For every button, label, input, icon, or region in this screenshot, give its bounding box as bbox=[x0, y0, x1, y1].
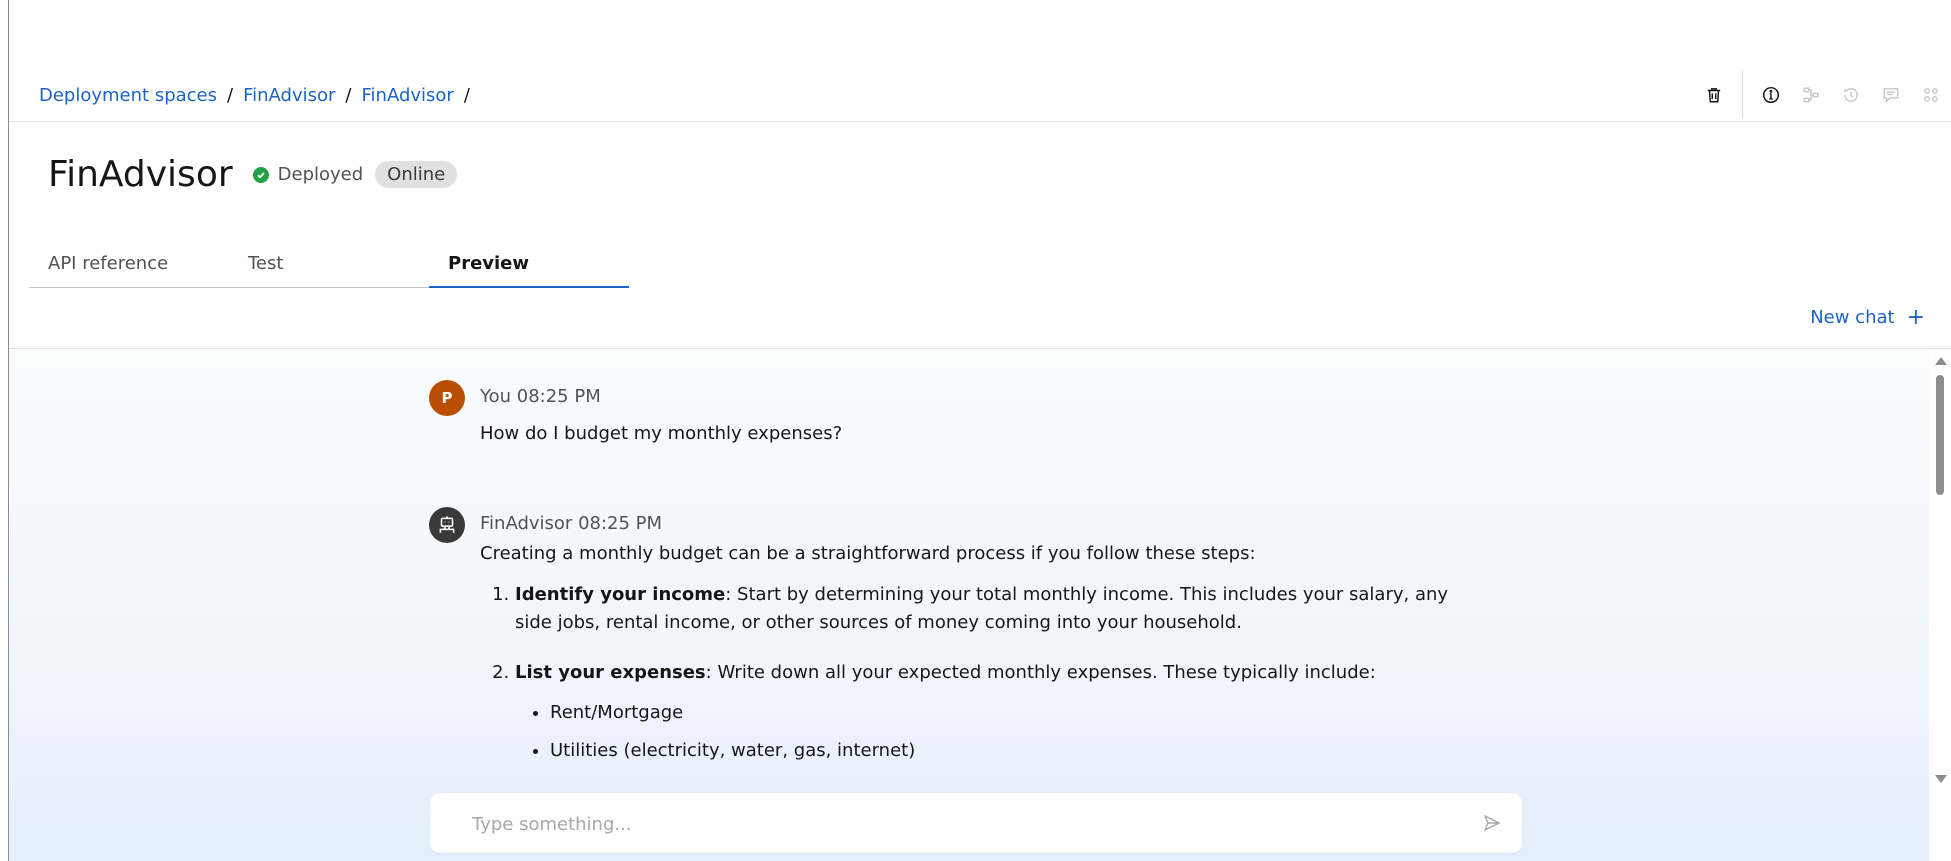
breadcrumb: Deployment spaces / FinAdvisor / FinAdvi… bbox=[39, 85, 470, 106]
message-header: You 08:25 PM bbox=[480, 386, 601, 407]
list-item: Identify your income: Start by determini… bbox=[515, 581, 1460, 637]
lineage-button[interactable] bbox=[1791, 80, 1831, 110]
history-button[interactable] bbox=[1831, 80, 1871, 110]
toolbar-divider bbox=[1742, 71, 1743, 119]
scroll-down-arrow-icon[interactable] bbox=[1935, 775, 1947, 783]
message-body: Creating a monthly budget can be a strai… bbox=[480, 540, 1460, 787]
chat-input-container bbox=[430, 793, 1522, 855]
apps-button[interactable] bbox=[1911, 80, 1951, 110]
trash-icon bbox=[1707, 88, 1721, 103]
message-intro: Creating a monthly budget can be a strai… bbox=[480, 543, 1256, 564]
step-text: : Write down all your expected monthly e… bbox=[705, 662, 1376, 683]
steps-list: Identify your income: Start by determini… bbox=[480, 581, 1460, 765]
tab-test[interactable]: Test bbox=[229, 250, 429, 288]
expenses-list: Rent/Mortgage Utilities (electricity, wa… bbox=[515, 699, 1460, 765]
avatar: P bbox=[429, 380, 465, 416]
robot-icon bbox=[429, 507, 465, 543]
breadcrumb-deployment-spaces[interactable]: Deployment spaces bbox=[39, 85, 217, 106]
comments-icon bbox=[1883, 88, 1899, 103]
status-label: Deployed bbox=[277, 164, 364, 185]
history-icon bbox=[1844, 88, 1858, 102]
message-time: 08:25 PM bbox=[578, 513, 663, 534]
tab-api-reference[interactable]: API reference bbox=[29, 250, 229, 288]
check-circle-icon bbox=[252, 166, 269, 183]
comments-button[interactable] bbox=[1871, 80, 1911, 110]
page-header: FinAdvisor Deployed Online bbox=[48, 154, 458, 195]
toolbar bbox=[1694, 71, 1951, 119]
breadcrumb-separator: / bbox=[463, 85, 470, 106]
lineage-icon bbox=[1803, 87, 1819, 103]
new-chat-button[interactable]: New chat + bbox=[1810, 304, 1925, 330]
message-sender: You bbox=[480, 386, 512, 407]
breadcrumb-separator: / bbox=[227, 85, 234, 106]
breadcrumb-separator: / bbox=[345, 85, 352, 106]
step-title: Identify your income bbox=[515, 584, 726, 605]
list-item: Rent/Mortgage bbox=[550, 699, 1460, 727]
plus-icon: + bbox=[1906, 304, 1925, 330]
message-time: 08:25 PM bbox=[516, 386, 601, 407]
chat-input[interactable] bbox=[470, 793, 1454, 855]
step-title: List your expenses bbox=[515, 662, 706, 683]
scroll-up-arrow-icon[interactable] bbox=[1935, 357, 1947, 365]
message-header: FinAdvisor 08:25 PM bbox=[480, 513, 662, 534]
send-icon[interactable] bbox=[1482, 813, 1502, 833]
delete-button[interactable] bbox=[1694, 80, 1734, 110]
info-icon bbox=[1762, 86, 1780, 104]
message-text: How do I budget my monthly expenses? bbox=[480, 423, 843, 444]
page-title: FinAdvisor bbox=[48, 154, 233, 195]
list-item: List your expenses: Write down all your … bbox=[515, 659, 1460, 765]
breadcrumb-finadvisor-space[interactable]: FinAdvisor bbox=[243, 85, 335, 106]
list-item: Utilities (electricity, water, gas, inte… bbox=[550, 737, 1460, 765]
new-chat-label: New chat bbox=[1810, 307, 1895, 328]
tab-preview[interactable]: Preview bbox=[429, 250, 629, 288]
scrollbar-thumb[interactable] bbox=[1936, 375, 1944, 495]
info-button[interactable] bbox=[1751, 80, 1791, 110]
chat-scrollbar[interactable] bbox=[1929, 349, 1951, 861]
tab-list: API reference Test Preview bbox=[29, 250, 629, 288]
breadcrumb-finadvisor-deployment[interactable]: FinAdvisor bbox=[362, 85, 454, 106]
message-sender: FinAdvisor bbox=[480, 513, 573, 534]
apps-icon bbox=[1924, 88, 1938, 102]
chat-history: P You 08:25 PM How do I budget my monthl… bbox=[9, 349, 1929, 861]
status-badge: Online bbox=[375, 161, 458, 188]
